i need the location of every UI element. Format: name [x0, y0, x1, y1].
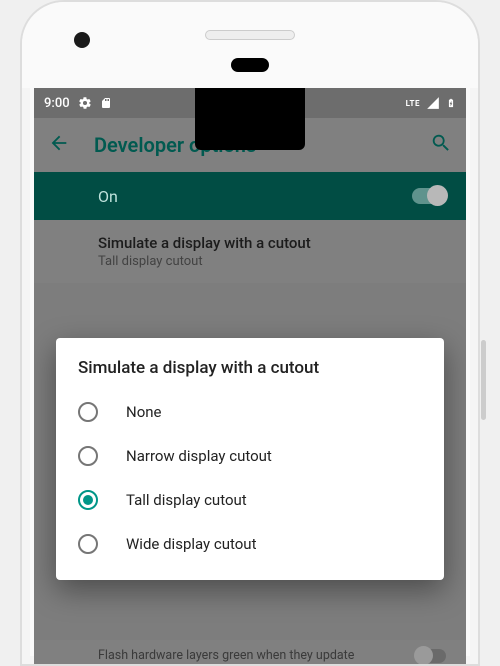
phone-bezel	[22, 2, 478, 88]
option-label: Narrow display cutout	[126, 447, 272, 465]
proximity-sensor	[231, 58, 269, 72]
option-none[interactable]: None	[56, 390, 444, 434]
option-label: Wide display cutout	[126, 535, 257, 553]
dialog-title: Simulate a display with a cutout	[56, 358, 444, 390]
option-narrow[interactable]: Narrow display cutout	[56, 434, 444, 478]
device-screen: 9:00 LTE Develo	[34, 88, 466, 664]
option-tall[interactable]: Tall display cutout	[56, 478, 444, 522]
option-label: Tall display cutout	[126, 491, 247, 509]
option-label: None	[126, 403, 162, 421]
radio-icon-selected	[78, 490, 98, 510]
option-wide[interactable]: Wide display cutout	[56, 522, 444, 566]
cutout-dialog: Simulate a display with a cutout None Na…	[56, 338, 444, 580]
radio-icon	[78, 534, 98, 554]
radio-icon	[78, 402, 98, 422]
phone-side-button	[481, 340, 486, 420]
radio-icon	[78, 446, 98, 466]
earpiece-speaker	[205, 30, 295, 40]
front-camera	[74, 32, 90, 48]
phone-frame: 9:00 LTE Develo	[20, 0, 480, 666]
